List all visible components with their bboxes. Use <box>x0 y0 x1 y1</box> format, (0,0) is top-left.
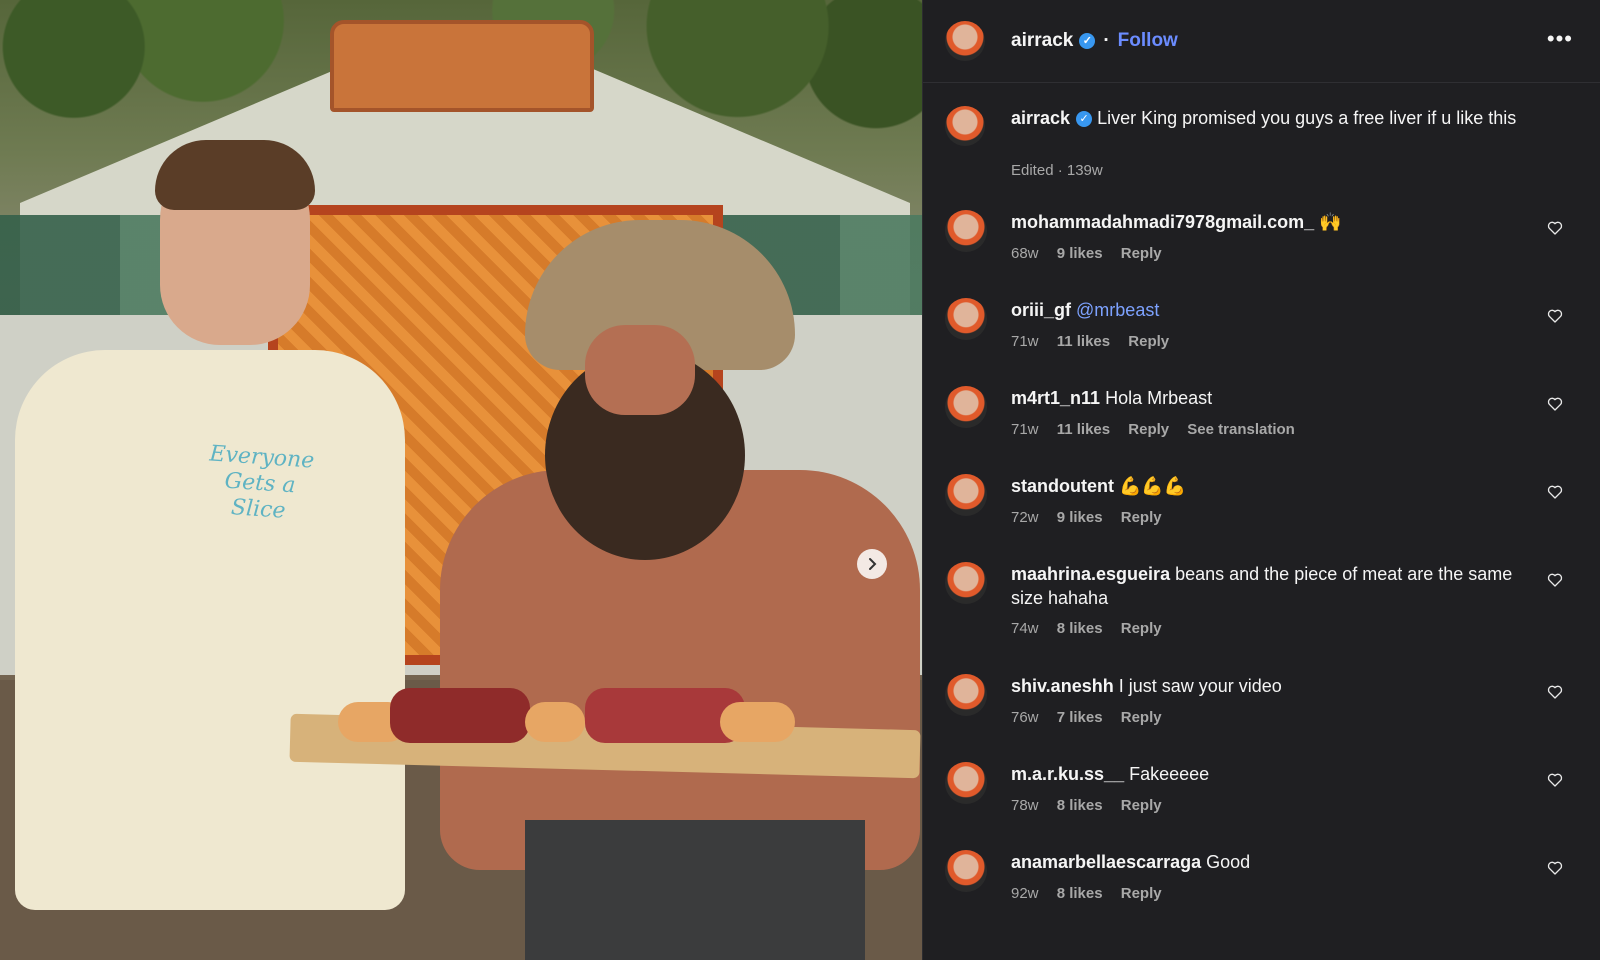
author-row: airrack ✓ · Follow <box>1011 30 1178 52</box>
comment-meta: 72w 9 likes Reply <box>1011 509 1176 526</box>
comment-likes[interactable]: 11 likes <box>1057 421 1110 438</box>
comment-age: 71w <box>1011 333 1039 350</box>
comment-likes[interactable]: 8 likes <box>1057 797 1103 814</box>
comment-body: shiv.aneshh I just saw your video <box>1011 674 1531 698</box>
meat-pile <box>390 688 530 743</box>
reply-button[interactable]: Reply <box>1121 797 1162 814</box>
reply-button[interactable]: Reply <box>1121 245 1162 262</box>
author-username[interactable]: airrack <box>1011 30 1073 51</box>
comment-text: Good <box>1206 852 1251 872</box>
comment-likes[interactable]: 9 likes <box>1057 509 1103 526</box>
separator-dot: · <box>1103 30 1110 51</box>
comment-meta: 76w 7 likes Reply <box>1011 709 1176 726</box>
caption-username[interactable]: airrack <box>1011 108 1070 128</box>
heart-icon[interactable] <box>1547 684 1563 700</box>
comment-text[interactable]: @mrbeast <box>1076 300 1159 320</box>
comment-username[interactable]: maahrina.esgueira <box>1011 564 1170 584</box>
post-image: Everyone Gets a Slice <box>0 0 922 960</box>
person-right-face <box>585 325 695 415</box>
commenter-avatar[interactable] <box>945 474 987 516</box>
shirt-print: Everyone Gets a Slice <box>208 441 316 524</box>
commenter-avatar[interactable] <box>945 850 987 892</box>
verified-badge-icon: ✓ <box>1076 111 1093 128</box>
heart-icon[interactable] <box>1547 220 1563 236</box>
follow-button[interactable]: Follow <box>1118 30 1178 51</box>
author-avatar[interactable] <box>945 21 985 61</box>
reply-button[interactable]: Reply <box>1121 709 1162 726</box>
commenter-avatar[interactable] <box>945 210 987 252</box>
person-left-shirt <box>15 350 405 910</box>
commenter-avatar[interactable] <box>945 562 987 604</box>
caption-meta: Edited · 139w <box>1011 162 1103 179</box>
comment-age: 76w <box>1011 709 1039 726</box>
comment-text: 🙌 <box>1319 212 1342 232</box>
caption-text: airrack ✓ Liver King promised you guys a … <box>1011 106 1531 130</box>
comment-username[interactable]: m4rt1_n11 <box>1011 388 1100 408</box>
comment-text: Hola Mrbeast <box>1105 388 1213 408</box>
comment-username[interactable]: shiv.aneshh <box>1011 676 1114 696</box>
heart-icon[interactable] <box>1547 484 1563 500</box>
comment-meta: 74w 8 likes Reply <box>1011 620 1176 637</box>
comment-username[interactable]: standoutent <box>1011 476 1114 496</box>
reply-button[interactable]: Reply <box>1121 509 1162 526</box>
more-icon[interactable]: ••• <box>1547 26 1573 52</box>
reply-button[interactable]: Reply <box>1128 333 1169 350</box>
comment-meta: 68w 9 likes Reply <box>1011 245 1176 262</box>
verified-badge-icon: ✓ <box>1079 32 1096 49</box>
person-left-hair <box>155 140 315 210</box>
comment-body: mohammadahmadi7978gmail.com_ 🙌 <box>1011 210 1531 234</box>
heart-icon[interactable] <box>1547 772 1563 788</box>
comment-text: Fakeeeee <box>1129 764 1210 784</box>
commenter-avatar[interactable] <box>945 762 987 804</box>
reply-button[interactable]: Reply <box>1121 885 1162 902</box>
next-image-button[interactable] <box>857 549 887 579</box>
comment-body: oriii_gf @mrbeast <box>1011 298 1531 322</box>
comment-likes[interactable]: 8 likes <box>1057 620 1103 637</box>
yurt-crown <box>330 20 594 112</box>
shorts <box>525 820 865 960</box>
comment-age: 74w <box>1011 620 1039 637</box>
comment-body: m4rt1_n11 Hola Mrbeast <box>1011 386 1531 410</box>
comment-meta: 71w 11 likes Reply See translation <box>1011 421 1309 438</box>
bread-roll <box>720 702 795 742</box>
comments-panel: airrack ✓ · Follow ••• airrack ✓ Liver King … <box>922 0 1600 960</box>
commenter-avatar[interactable] <box>945 298 987 340</box>
comment-meta: 71w 11 likes Reply <box>1011 333 1183 350</box>
comment-body: m.a.r.ku.ss__ Fakeeeee <box>1011 762 1531 786</box>
comment-age: 68w <box>1011 245 1039 262</box>
comment-body: anamarbellaescarraga Good <box>1011 850 1531 874</box>
caption-body: Liver King promised you guys a free live… <box>1097 108 1517 128</box>
commenter-avatar[interactable] <box>945 386 987 428</box>
comment-username[interactable]: anamarbellaescarraga <box>1011 852 1201 872</box>
heart-icon[interactable] <box>1547 396 1563 412</box>
heart-icon[interactable] <box>1547 860 1563 876</box>
comment-text: 💪💪💪 <box>1119 476 1187 496</box>
comment-age: 72w <box>1011 509 1039 526</box>
comment-likes[interactable]: 9 likes <box>1057 245 1103 262</box>
bread-roll <box>525 702 585 742</box>
reply-button[interactable]: Reply <box>1128 421 1169 438</box>
comment-body: maahrina.esgueira beans and the piece of… <box>1011 562 1531 610</box>
caption-avatar[interactable] <box>945 106 985 146</box>
comment-body: standoutent 💪💪💪 <box>1011 474 1531 498</box>
comment-likes[interactable]: 8 likes <box>1057 885 1103 902</box>
heart-icon[interactable] <box>1547 308 1563 324</box>
comment-meta: 78w 8 likes Reply <box>1011 797 1176 814</box>
comment-username[interactable]: m.a.r.ku.ss__ <box>1011 764 1124 784</box>
comment-text: I just saw your video <box>1118 676 1282 696</box>
comment-likes[interactable]: 7 likes <box>1057 709 1103 726</box>
post-header: airrack ✓ · Follow ••• <box>923 0 1600 83</box>
comment-username[interactable]: mohammadahmadi7978gmail.com_ <box>1011 212 1314 232</box>
comment-likes[interactable]: 11 likes <box>1057 333 1110 350</box>
reply-button[interactable]: Reply <box>1121 620 1162 637</box>
comment-username[interactable]: oriii_gf <box>1011 300 1071 320</box>
chevron-right-icon <box>869 558 877 570</box>
heart-icon[interactable] <box>1547 572 1563 588</box>
see-translation-button[interactable]: See translation <box>1187 421 1295 438</box>
comment-age: 78w <box>1011 797 1039 814</box>
comment-meta: 92w 8 likes Reply <box>1011 885 1176 902</box>
comment-age: 92w <box>1011 885 1039 902</box>
comment-age: 71w <box>1011 421 1039 438</box>
commenter-avatar[interactable] <box>945 674 987 716</box>
